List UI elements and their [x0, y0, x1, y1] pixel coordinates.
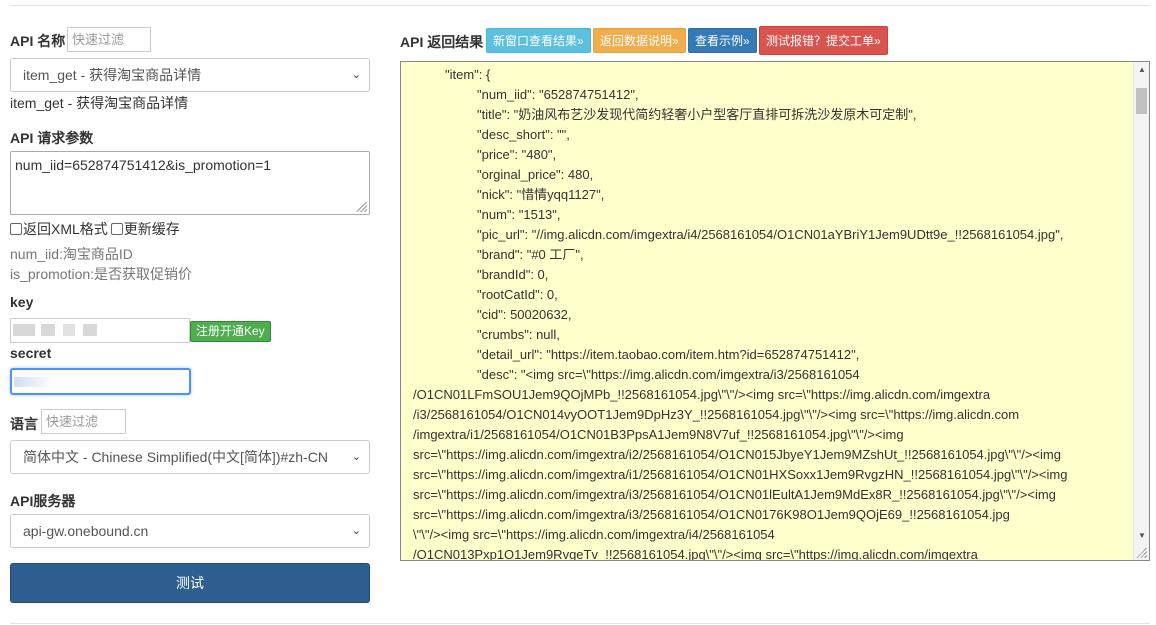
- chevron-down-icon: ⌄: [351, 451, 361, 463]
- result-line: "rootCatId": 0,: [477, 287, 558, 302]
- result-line: \"\"/><img src=\"https://img.alicdn.com/…: [413, 527, 775, 542]
- cache-checkbox[interactable]: [110, 223, 123, 235]
- register-key-button[interactable]: 注册开通Key: [190, 321, 271, 342]
- language-label: 语言: [10, 416, 38, 432]
- key-input[interactable]: [10, 318, 190, 343]
- result-line: "title": "奶油风布艺沙发现代简约轻奢小户型客厅直排可拆洗沙发原木可定制…: [477, 107, 917, 122]
- api-description: item_get - 获得淘宝商品详情: [10, 95, 189, 111]
- language-filter-input[interactable]: 快速过滤: [41, 409, 126, 434]
- data-description-button[interactable]: 返回数据说明»: [593, 28, 686, 53]
- result-content: "item": { "num_iid": "652874751412", "titl…: [401, 62, 1133, 560]
- result-line: "nick": "惜情yqq1127",: [477, 187, 605, 202]
- params-textarea[interactable]: num_iid=652874751412&is_promotion=1: [10, 151, 370, 215]
- redacted-text: [13, 324, 35, 336]
- language-select[interactable]: 简体中文 - Chinese Simplified(中文[简体])#zh-CN …: [10, 440, 370, 474]
- result-line: /O1CN013Pxp1O1Jem9RvgeTv_!!2568161054.jp…: [413, 547, 978, 561]
- params-value: num_iid=652874751412&is_promotion=1: [15, 157, 272, 173]
- xml-checkbox[interactable]: [10, 223, 22, 235]
- xml-checkbox-label[interactable]: 返回XML格式: [23, 219, 108, 239]
- result-line: "item": {: [445, 67, 491, 82]
- result-line: "detail_url": "https://item.taobao.com/i…: [477, 347, 860, 362]
- secret-label: secret: [10, 345, 52, 361]
- result-line: "num_iid": "652874751412",: [477, 87, 639, 102]
- result-line: src=\"https://img.alicdn.com/imgextra/i3…: [413, 507, 1010, 522]
- result-line: src=\"https://img.alicdn.com/imgextra/i2…: [413, 447, 1061, 462]
- vertical-scrollbar[interactable]: ▲ ▼: [1133, 62, 1149, 560]
- redacted-text: [63, 324, 75, 336]
- api-name-label: API 名称: [10, 33, 66, 49]
- redacted-text: [83, 324, 97, 336]
- secret-input[interactable]: [10, 368, 191, 395]
- result-line: "cid": 50020632,: [477, 307, 572, 322]
- result-line: "price": "480",: [477, 147, 557, 162]
- result-line: "desc": "<img src=\"https://img.alicdn.c…: [477, 367, 860, 382]
- result-line: /O1CN01LFmSOU1Jem9QOjMPb_!!2568161054.jp…: [413, 387, 991, 402]
- redacted-text: [14, 377, 54, 387]
- server-select[interactable]: api-gw.onebound.cn ⌄: [10, 514, 370, 548]
- cache-checkbox-label[interactable]: 更新缓存: [124, 219, 180, 239]
- scroll-down-icon[interactable]: ▼: [1134, 528, 1149, 544]
- api-select[interactable]: item_get - 获得淘宝商品详情 ⌄: [10, 58, 370, 92]
- result-line: src=\"https://img.alicdn.com/imgextra/i1…: [413, 467, 1068, 482]
- language-select-value: 简体中文 - Chinese Simplified(中文[简体])#zh-CN: [23, 449, 328, 465]
- test-button[interactable]: 测试: [10, 563, 370, 603]
- api-filter-input[interactable]: 快速过滤: [67, 27, 151, 52]
- scroll-up-icon[interactable]: ▲: [1134, 62, 1149, 78]
- param-note: num_iid:淘宝商品ID: [10, 246, 133, 262]
- result-line: "brandId": 0,: [477, 267, 549, 282]
- result-line: /i3/2568161054/O1CN014vyOOT1Jem9DpHz3Y_!…: [413, 407, 1020, 422]
- scroll-thumb[interactable]: [1136, 88, 1147, 114]
- server-select-value: api-gw.onebound.cn: [23, 523, 149, 539]
- view-example-button[interactable]: 查看示例»: [688, 28, 757, 53]
- key-label: key: [10, 294, 34, 310]
- result-line: src=\"https://img.alicdn.com/imgextra/i3…: [413, 487, 1056, 502]
- open-new-window-button[interactable]: 新窗口查看结果»: [486, 28, 591, 53]
- bottom-divider: [10, 623, 1150, 624]
- result-line: "brand": "#0 工厂",: [477, 247, 584, 262]
- chevron-down-icon: ⌄: [351, 69, 361, 81]
- submit-ticket-button[interactable]: 测试报错？提交工单»: [759, 26, 888, 55]
- top-divider: [10, 5, 1150, 6]
- result-line: "crumbs": null,: [477, 327, 560, 342]
- redacted-text: [41, 324, 55, 336]
- param-note: is_promotion:是否获取促销价: [10, 266, 193, 282]
- result-line: "num": "1513",: [477, 207, 561, 222]
- result-line: "pic_url": "//img.alicdn.com/imgextra/i4…: [477, 227, 1064, 242]
- chevron-down-icon: ⌄: [351, 525, 361, 537]
- result-line: /imgextra/i1/2568161054/O1CN01B3PpsA1Jem…: [413, 427, 904, 442]
- result-line: "orginal_price": 480,: [477, 167, 594, 182]
- params-label: API 请求参数: [10, 130, 94, 146]
- resize-grip-icon[interactable]: [357, 202, 367, 212]
- api-select-value: item_get - 获得淘宝商品详情: [23, 67, 202, 83]
- result-line: "desc_short": "",: [477, 127, 570, 142]
- server-label: API服务器: [10, 493, 76, 509]
- result-textarea[interactable]: "item": { "num_iid": "652874751412", "titl…: [400, 61, 1150, 561]
- options-row: 返回XML格式 更新缓存: [10, 219, 180, 239]
- result-label: API 返回结果: [400, 34, 484, 50]
- resize-grip-icon[interactable]: [1137, 548, 1147, 558]
